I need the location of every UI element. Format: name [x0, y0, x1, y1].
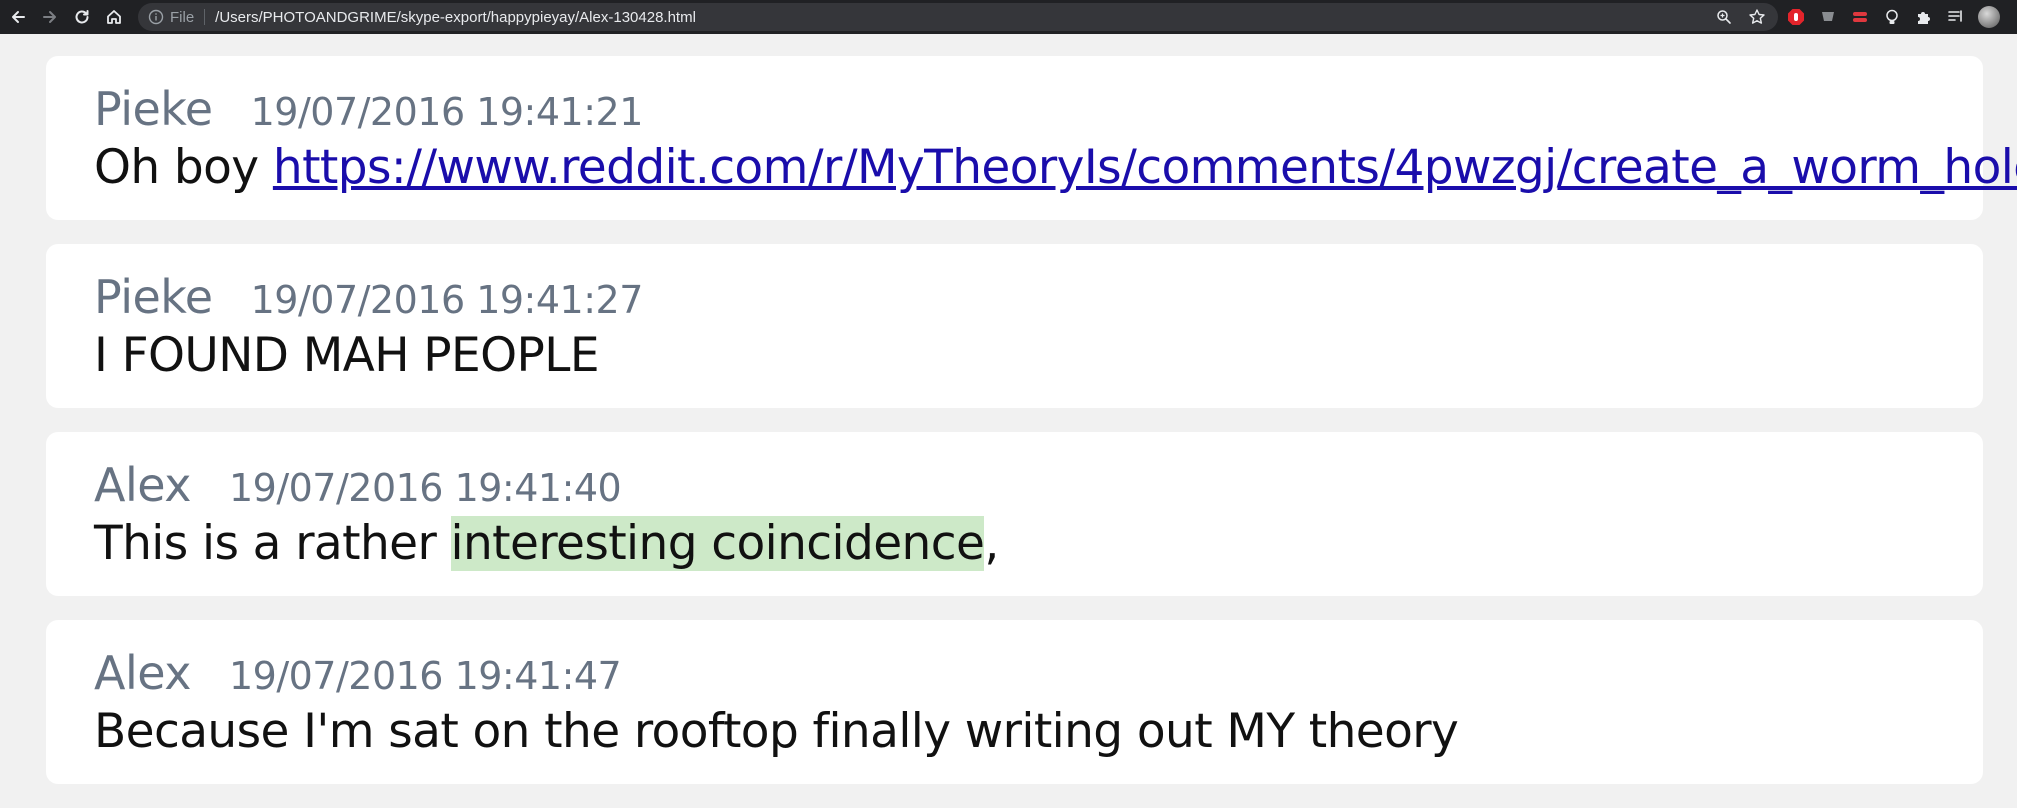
extensions-bar — [1786, 0, 2000, 34]
extension-bulb[interactable] — [1882, 7, 1902, 27]
extension-gray[interactable] — [1818, 7, 1838, 27]
message-header: Alex 19/07/2016 19:41:47 — [94, 646, 1983, 700]
message-body: This is a rather interesting coincidence… — [94, 516, 1983, 571]
profile-avatar[interactable] — [1978, 6, 2000, 28]
message-text: Oh boy — [94, 140, 273, 195]
message-text: This is a rather — [94, 516, 451, 571]
home-icon — [107, 10, 121, 24]
message-link[interactable]: https://www.reddit.com/r/MyTheoryIs/comm… — [273, 140, 2017, 195]
url-text[interactable]: /Users/PHOTOANDGRIME/skype-export/happyp… — [215, 9, 696, 26]
forward-button[interactable] — [34, 1, 66, 33]
adblock-icon — [1788, 9, 1804, 25]
reading-list-icon — [1948, 10, 1962, 22]
message-text: Because I'm sat on the rooftop finally w… — [94, 704, 1459, 759]
back-arrow-icon — [12, 11, 25, 23]
message-timestamp: 19/07/2016 19:41:27 — [250, 278, 644, 322]
message-author: Alex — [94, 458, 191, 512]
message-body: I FOUND MAH PEOPLE — [94, 328, 1983, 383]
lightbulb-icon — [1886, 9, 1898, 24]
message-timestamp: 19/07/2016 19:41:40 — [228, 466, 622, 510]
extension-red[interactable] — [1850, 7, 1870, 27]
extensions-menu[interactable] — [1914, 7, 1934, 27]
message-text-trailing: , — [984, 516, 999, 571]
message-header: Pieke 19/07/2016 19:41:27 — [94, 270, 1983, 324]
address-divider — [204, 9, 206, 25]
message-text: I FOUND MAH PEOPLE — [94, 328, 600, 383]
message-item: Pieke 19/07/2016 19:41:27 I FOUND MAH PE… — [46, 244, 1983, 408]
forward-arrow-icon — [43, 11, 56, 23]
address-bar[interactable]: File /Users/PHOTOANDGRIME/skype-export/h… — [138, 3, 1778, 31]
message-list: Pieke 19/07/2016 19:41:21 Oh boy https:/… — [46, 56, 2017, 808]
message-item: Alex 19/07/2016 19:41:47 Because I'm sat… — [46, 620, 1983, 784]
reload-button[interactable] — [66, 1, 98, 33]
extension-adblock[interactable] — [1786, 7, 1806, 27]
info-icon[interactable] — [148, 9, 164, 25]
highlighted-text: interesting coincidence — [450, 516, 985, 571]
bookmark-extension-icon — [1822, 12, 1834, 21]
address-bar-actions — [1716, 3, 1766, 31]
message-header: Pieke 19/07/2016 19:41:21 — [94, 82, 1983, 136]
browser-toolbar: File /Users/PHOTOANDGRIME/skype-export/h… — [0, 0, 2017, 34]
reload-icon — [75, 10, 89, 24]
message-item: Pieke 19/07/2016 19:41:21 Oh boy https:/… — [46, 56, 2017, 220]
message-author: Pieke — [94, 82, 213, 136]
message-item: Alex 19/07/2016 19:41:40 This is a rathe… — [46, 432, 1983, 596]
bookmark-star-icon[interactable] — [1748, 8, 1766, 26]
message-body: Because I'm sat on the rooftop finally w… — [94, 704, 1983, 759]
reading-list-button[interactable] — [1946, 7, 1966, 27]
message-header: Alex 19/07/2016 19:41:40 — [94, 458, 1983, 512]
back-button[interactable] — [2, 1, 34, 33]
puzzle-icon — [1918, 12, 1930, 24]
home-button[interactable] — [98, 1, 130, 33]
message-timestamp: 19/07/2016 19:41:47 — [228, 654, 622, 698]
message-body: Oh boy https://www.reddit.com/r/MyTheory… — [94, 140, 2017, 195]
stack-extension-icon — [1853, 12, 1867, 22]
scheme-label: File — [170, 8, 195, 26]
message-author: Alex — [94, 646, 191, 700]
message-author: Pieke — [94, 270, 213, 324]
zoom-icon[interactable] — [1716, 9, 1732, 25]
message-timestamp: 19/07/2016 19:41:21 — [250, 90, 644, 134]
